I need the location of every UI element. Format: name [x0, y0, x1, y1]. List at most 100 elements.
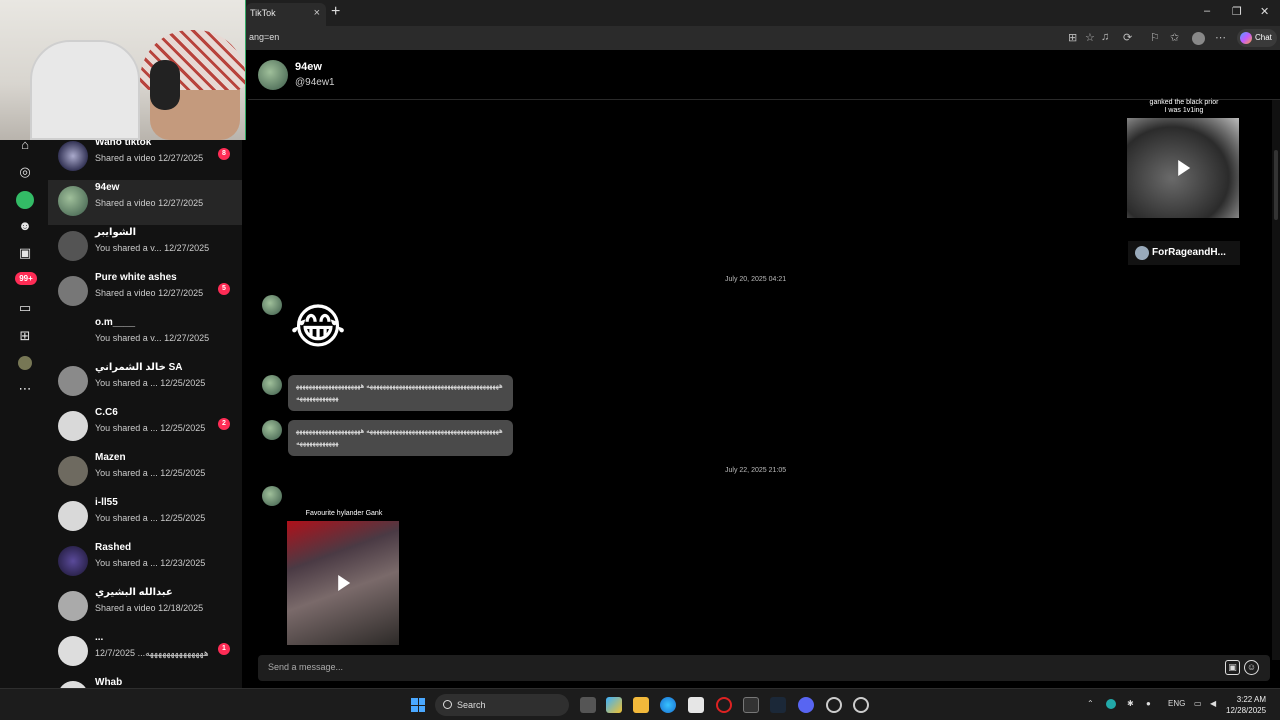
tray-app-icon[interactable]: [1106, 699, 1116, 709]
taskbar-search[interactable]: Search: [435, 694, 569, 716]
new-tab-button[interactable]: +: [331, 4, 340, 20]
favorites-icon[interactable]: ✩: [1170, 31, 1179, 44]
avatar: [58, 456, 88, 486]
url-field[interactable]: ang=en: [249, 32, 279, 42]
conversation-item[interactable]: ... ههههههههههههههه... 12/7/2025 1: [48, 630, 242, 675]
app-settings-icon[interactable]: [826, 697, 842, 713]
conversation-item-active[interactable]: 94ew Shared a video 12/27/2025: [48, 180, 242, 225]
mic-icon[interactable]: ●: [1146, 699, 1151, 708]
clock-time: 3:22 AM: [1236, 695, 1267, 704]
tray-overflow-icon[interactable]: ⌃: [1087, 699, 1094, 708]
app-controller-icon[interactable]: [853, 697, 869, 713]
split-screen-icon[interactable]: ⚐: [1150, 31, 1160, 44]
preview-date: 12/18/2025: [158, 603, 204, 613]
conversation-item[interactable]: C.C6 You shared a ... 12/25/2025 2: [48, 405, 242, 450]
chat-scrollbar[interactable]: [1272, 100, 1280, 660]
shared-video-card[interactable]: ganked the black prior I was 1v1ing: [1127, 99, 1241, 218]
preview-text: Shared a video: [95, 153, 156, 163]
video-caption: Favourite hylander Gank: [305, 510, 383, 517]
image-upload-icon[interactable]: ▣: [1225, 660, 1240, 675]
preview-text: You shared a ...: [95, 423, 158, 433]
conversation-name: 94ew: [95, 182, 120, 193]
explore-icon[interactable]: ◎: [17, 164, 33, 180]
maximize-button[interactable]: ❐: [1232, 5, 1242, 18]
favorite-star-icon[interactable]: ☆: [1085, 31, 1095, 44]
preview-text: You shared a v...: [95, 333, 162, 343]
play-icon[interactable]: [338, 575, 351, 591]
file-explorer-icon[interactable]: [633, 697, 649, 713]
conversation-name: الشوايبر: [95, 227, 137, 238]
opera-icon[interactable]: [716, 697, 732, 713]
app-g-icon[interactable]: [743, 697, 759, 713]
tab-close-icon[interactable]: ×: [314, 3, 320, 23]
copilot-chat-button[interactable]: Chat: [1237, 29, 1277, 47]
message-input[interactable]: Send a message...: [268, 662, 343, 672]
network-icon[interactable]: ▭: [1194, 699, 1202, 708]
upload-icon[interactable]: ⊞: [17, 328, 33, 344]
tab-tiktok[interactable]: TikTok ×: [246, 3, 326, 26]
conversation-preview: Shared a video 12/27/2025: [95, 288, 203, 298]
close-window-button[interactable]: ✕: [1260, 5, 1269, 18]
copilot-icon[interactable]: [606, 697, 622, 713]
bluetooth-icon[interactable]: ✱: [1127, 699, 1134, 708]
conversation-item[interactable]: o.m____ You shared a v... 12/27/2025: [48, 315, 242, 360]
conversation-item[interactable]: Wano tiktok Shared a video 12/27/2025 8: [48, 140, 242, 180]
edge-icon[interactable]: [660, 697, 676, 713]
scrollbar-thumb[interactable]: [1274, 150, 1278, 220]
more-menu-icon[interactable]: ⋯: [1215, 31, 1226, 44]
extensions-icon[interactable]: ⟳: [1123, 31, 1132, 44]
language-indicator[interactable]: ENG: [1168, 699, 1185, 708]
profile-avatar[interactable]: [1192, 32, 1205, 45]
steam-icon[interactable]: [770, 697, 786, 713]
conversation-item[interactable]: عبدالله البشيري Shared a video 12/18/202…: [48, 585, 242, 630]
apps-icon[interactable]: ⊞: [1068, 31, 1077, 44]
live-icon[interactable]: ▣: [17, 245, 33, 261]
following-icon[interactable]: ☻: [17, 218, 33, 234]
conversation-item[interactable]: Whab: [48, 675, 242, 688]
chat-avatar[interactable]: [258, 60, 288, 90]
store-icon[interactable]: [688, 697, 704, 713]
conversation-item[interactable]: i-ll55 You shared a ... 12/25/2025: [48, 495, 242, 540]
conversation-item[interactable]: Rashed You shared a ... 12/23/2025: [48, 540, 242, 585]
conversation-preview: You shared a v... 12/27/2025: [95, 333, 209, 343]
conversation-item[interactable]: الشوايبر You shared a v... 12/27/2025: [48, 225, 242, 270]
emoji-picker-icon[interactable]: ☺: [1244, 660, 1259, 675]
preview-date: 12/25/2025: [160, 468, 206, 478]
taskbar-clock[interactable]: 3:22 AM 12/28/2025: [1226, 694, 1266, 716]
conversation-item[interactable]: Pure white ashes Shared a video 12/27/20…: [48, 270, 242, 315]
conversation-item[interactable]: Mazen You shared a ... 12/25/2025: [48, 450, 242, 495]
account-avatar[interactable]: [18, 356, 32, 370]
video-author[interactable]: ForRageandH...: [1128, 241, 1240, 265]
messages-icon[interactable]: ▭: [17, 300, 33, 316]
avatar: [58, 141, 88, 171]
conversation-name: C.C6: [95, 407, 118, 418]
avatar: [58, 411, 88, 441]
play-icon[interactable]: [1178, 160, 1191, 176]
bell-icon[interactable]: ♫: [1101, 31, 1109, 43]
conversation-preview: Shared a video 12/18/2025: [95, 603, 203, 613]
message-avatar: [262, 420, 282, 440]
discord-icon[interactable]: [798, 697, 814, 713]
windows-start-icon[interactable]: [411, 698, 425, 712]
shared-video-card[interactable]: Favourite hylander Gank: [287, 510, 401, 645]
conversation-preview: Shared a video 12/27/2025: [95, 198, 203, 208]
more-icon[interactable]: ⋯: [17, 381, 33, 397]
video-thumbnail[interactable]: [1127, 118, 1239, 218]
chat-user-name[interactable]: 94ew: [295, 61, 322, 73]
chat-header: 94ew @94ew1: [248, 50, 1280, 100]
conversation-item[interactable]: خالد الشمراني SA You shared a ... 12/25/…: [48, 360, 242, 405]
minimize-button[interactable]: –: [1204, 5, 1210, 17]
video-thumbnail[interactable]: [287, 521, 399, 645]
notifications-badge[interactable]: 99+: [15, 272, 37, 285]
volume-icon[interactable]: ◀: [1210, 699, 1216, 708]
icon-rail: ⌂ ◎ ☻ ▣ 99+ ▭ ⊞ ⋯: [0, 137, 48, 688]
conversation-preview: ههههههههههههههه... 12/7/2025: [95, 648, 209, 659]
webcam-overlay: [0, 0, 246, 140]
message-avatar: [262, 486, 282, 506]
message-composer[interactable]: Send a message... ▣ ☺: [258, 655, 1270, 681]
avatar: [58, 231, 88, 261]
home-icon[interactable]: ⌂: [17, 137, 33, 153]
profile-icon[interactable]: [16, 191, 34, 209]
task-view-icon[interactable]: [580, 697, 596, 713]
conversation-name: i-ll55: [95, 497, 118, 508]
